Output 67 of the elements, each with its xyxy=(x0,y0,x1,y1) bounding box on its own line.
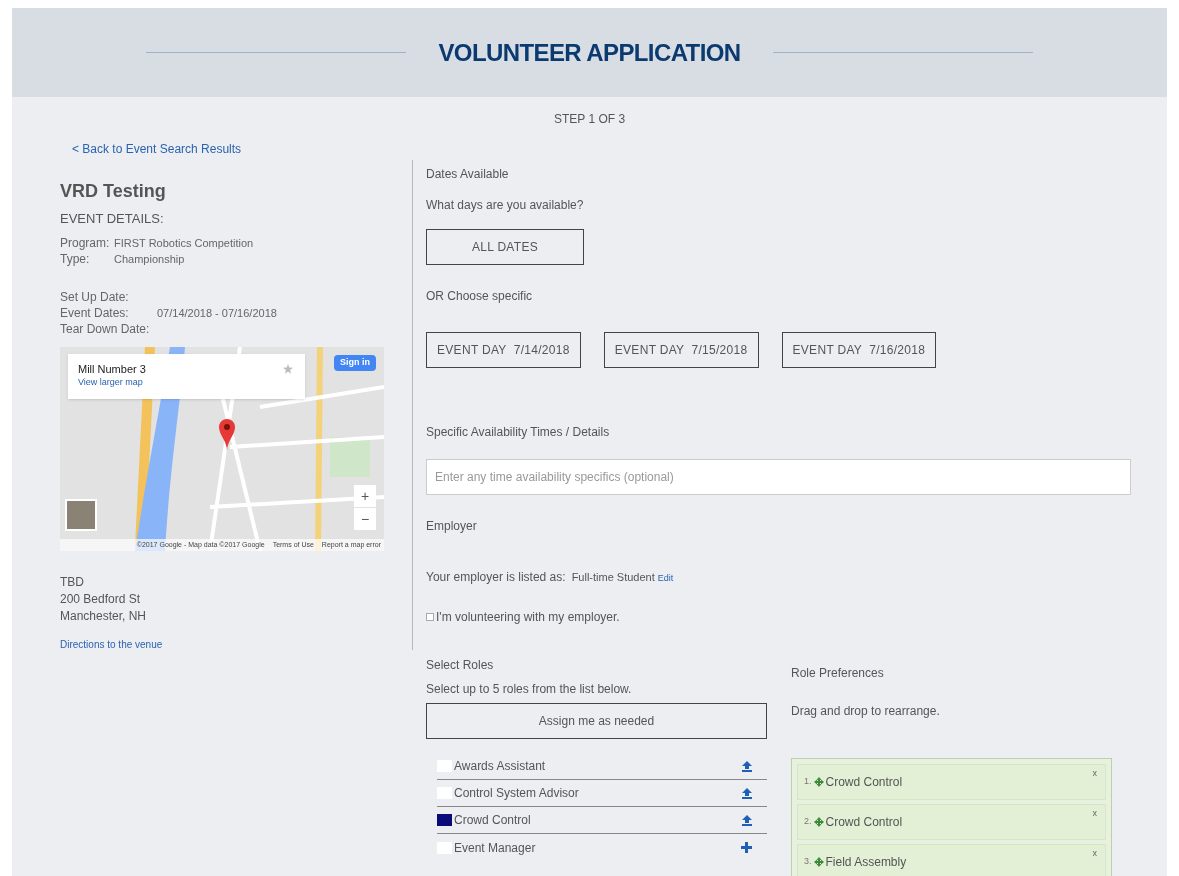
back-link[interactable]: < Back to Event Search Results xyxy=(72,140,402,158)
field-label: Type: xyxy=(60,250,91,267)
remove-button[interactable]: x xyxy=(1092,807,1097,821)
preference-label: Crowd Control xyxy=(825,814,903,831)
directions-link[interactable]: Directions to the venue xyxy=(60,636,402,652)
zoom-out-button[interactable]: − xyxy=(354,507,376,530)
field-value: 07/14/2018 - 07/16/2018 xyxy=(157,305,277,321)
item-number: 2. xyxy=(804,815,812,829)
larger-map-link[interactable]: View larger map xyxy=(78,375,295,389)
item-number: 3. xyxy=(804,855,812,869)
section-heading: Role Preferences xyxy=(791,665,885,682)
venue-address: Manchester, NH xyxy=(60,607,148,625)
field-label: Tear Down Date: xyxy=(60,320,151,337)
field-label: Program: xyxy=(60,234,111,251)
section-heading: Select Roles xyxy=(426,657,495,674)
upload-icon[interactable] xyxy=(742,787,752,799)
satellite-thumbnail[interactable] xyxy=(65,498,97,531)
assign-as-needed-button[interactable]: Assign me as needed xyxy=(426,703,767,739)
star-icon[interactable] xyxy=(283,363,293,374)
checkbox-label: I'm volunteering with my employer. xyxy=(436,609,620,626)
role-label: Event Manager xyxy=(454,839,537,857)
roles-hint: Select up to 5 roles from the list below. xyxy=(426,681,633,698)
move-icon[interactable] xyxy=(813,817,824,827)
section-heading: Employer xyxy=(426,518,478,535)
checkbox[interactable] xyxy=(437,814,452,826)
field-label: Set Up Date: xyxy=(60,288,130,305)
move-icon[interactable] xyxy=(813,857,824,867)
preference-label: Field Assembly xyxy=(825,854,907,871)
preferences-hint: Drag and drop to rearrange. xyxy=(791,703,941,720)
question-label: What days are you available? xyxy=(426,197,585,214)
preference-item[interactable]: 2. Crowd Control x xyxy=(797,804,1106,840)
move-icon[interactable] xyxy=(813,777,824,787)
venue-address: 200 Bedford St xyxy=(60,590,142,608)
event-day-button[interactable]: EVENT DAY 7/14/2018 xyxy=(426,332,581,368)
section-heading: Specific Availability Times / Details xyxy=(426,424,611,441)
edit-link[interactable]: Edit xyxy=(657,572,674,586)
availability-input[interactable]: Enter any time availability specifics (optional) xyxy=(426,459,1131,495)
question-label: OR Choose specific xyxy=(426,288,534,305)
preference-item[interactable]: 3. Field Assembly x xyxy=(797,844,1106,876)
remove-button[interactable]: x xyxy=(1092,847,1097,861)
remove-button[interactable]: x xyxy=(1092,767,1097,781)
zoom-in-button[interactable]: + xyxy=(354,484,376,507)
all-dates-button[interactable]: ALL DATES xyxy=(426,229,584,265)
event-day-button[interactable]: EVENT DAY 7/16/2018 xyxy=(781,332,937,368)
step-indicator: STEP 1 OF 3 xyxy=(552,111,627,128)
role-label: Control System Advisor xyxy=(454,785,580,802)
role-label: Crowd Control xyxy=(454,812,532,829)
upload-icon[interactable] xyxy=(742,814,752,826)
employer-value: Full-time Student xyxy=(571,570,655,585)
role-label: Awards Assistant xyxy=(454,758,547,775)
page-title: VOLUNTEER APPLICATION xyxy=(438,37,741,68)
venue-address: TBD xyxy=(60,573,85,591)
upload-icon[interactable] xyxy=(742,760,752,772)
place-name: Mill Number 3 xyxy=(78,361,146,376)
employer-label: Your employer is listed as: xyxy=(426,569,566,586)
event-details-heading: EVENT DETAILS: xyxy=(60,210,165,228)
event-day-button[interactable]: EVENT DAY 7/15/2018 xyxy=(603,332,759,368)
event-name: VRD Testing xyxy=(60,180,167,203)
preference-label: Crowd Control xyxy=(825,774,903,791)
field-label: Event Dates: xyxy=(60,304,130,321)
item-number: 1. xyxy=(804,775,812,789)
field-value: FIRST Robotics Competition xyxy=(114,235,254,251)
checkbox[interactable] xyxy=(426,613,434,621)
field-value: Championship xyxy=(114,251,185,267)
plus-icon[interactable] xyxy=(741,842,752,853)
preference-item[interactable]: 1. Crowd Control x xyxy=(797,764,1106,800)
section-heading: Dates Available xyxy=(426,166,510,183)
